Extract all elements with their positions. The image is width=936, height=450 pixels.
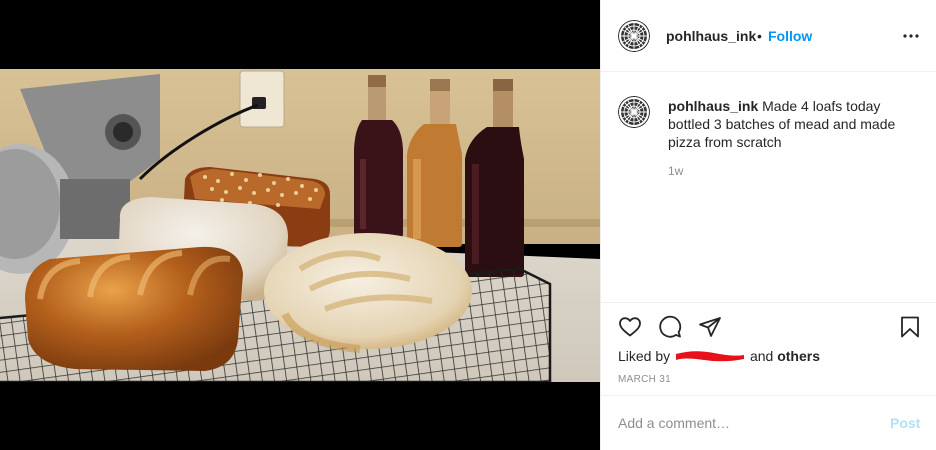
liked-by-prefix: Liked by [618,348,671,364]
profile-avatar-icon [618,20,650,52]
post-media[interactable] [0,0,600,450]
more-options-icon[interactable] [901,26,921,46]
follow-button[interactable]: Follow [768,28,812,44]
share-icon[interactable] [698,315,722,339]
bread-and-mead-photo [0,69,600,382]
post-actions: Liked by and others MARCH 31 [601,302,936,395]
post-time-ago[interactable]: 1w [668,164,683,178]
comment-icon[interactable] [658,315,682,339]
liked-by-text: Liked by and others [618,348,820,364]
bookmark-icon[interactable] [898,315,922,339]
post-panel: pohlhaus_ink • Follow pohlhaus_ink Made … [600,0,936,450]
profile-avatar-icon [618,96,650,128]
comment-input[interactable] [618,413,868,433]
avatar[interactable] [618,20,650,52]
liked-by-others-link[interactable]: others [777,348,820,364]
header-username[interactable]: pohlhaus_ink [666,28,756,44]
heart-icon[interactable] [618,315,642,339]
post-comment-button[interactable]: Post [890,415,920,431]
comment-bar: Post [601,395,936,450]
caption-avatar[interactable] [618,96,650,128]
follow-separator: • [757,28,762,44]
post-photo[interactable] [0,69,600,382]
liked-by-and: and [749,348,774,364]
post-header: pohlhaus_ink • Follow [601,0,936,72]
caption-text: pohlhaus_ink Made 4 loafs today bottled … [668,97,923,151]
post-date[interactable]: MARCH 31 [618,374,671,385]
redaction-mark [676,351,745,362]
post-caption: pohlhaus_ink Made 4 loafs today bottled … [601,72,936,302]
caption-username[interactable]: pohlhaus_ink [668,98,758,114]
